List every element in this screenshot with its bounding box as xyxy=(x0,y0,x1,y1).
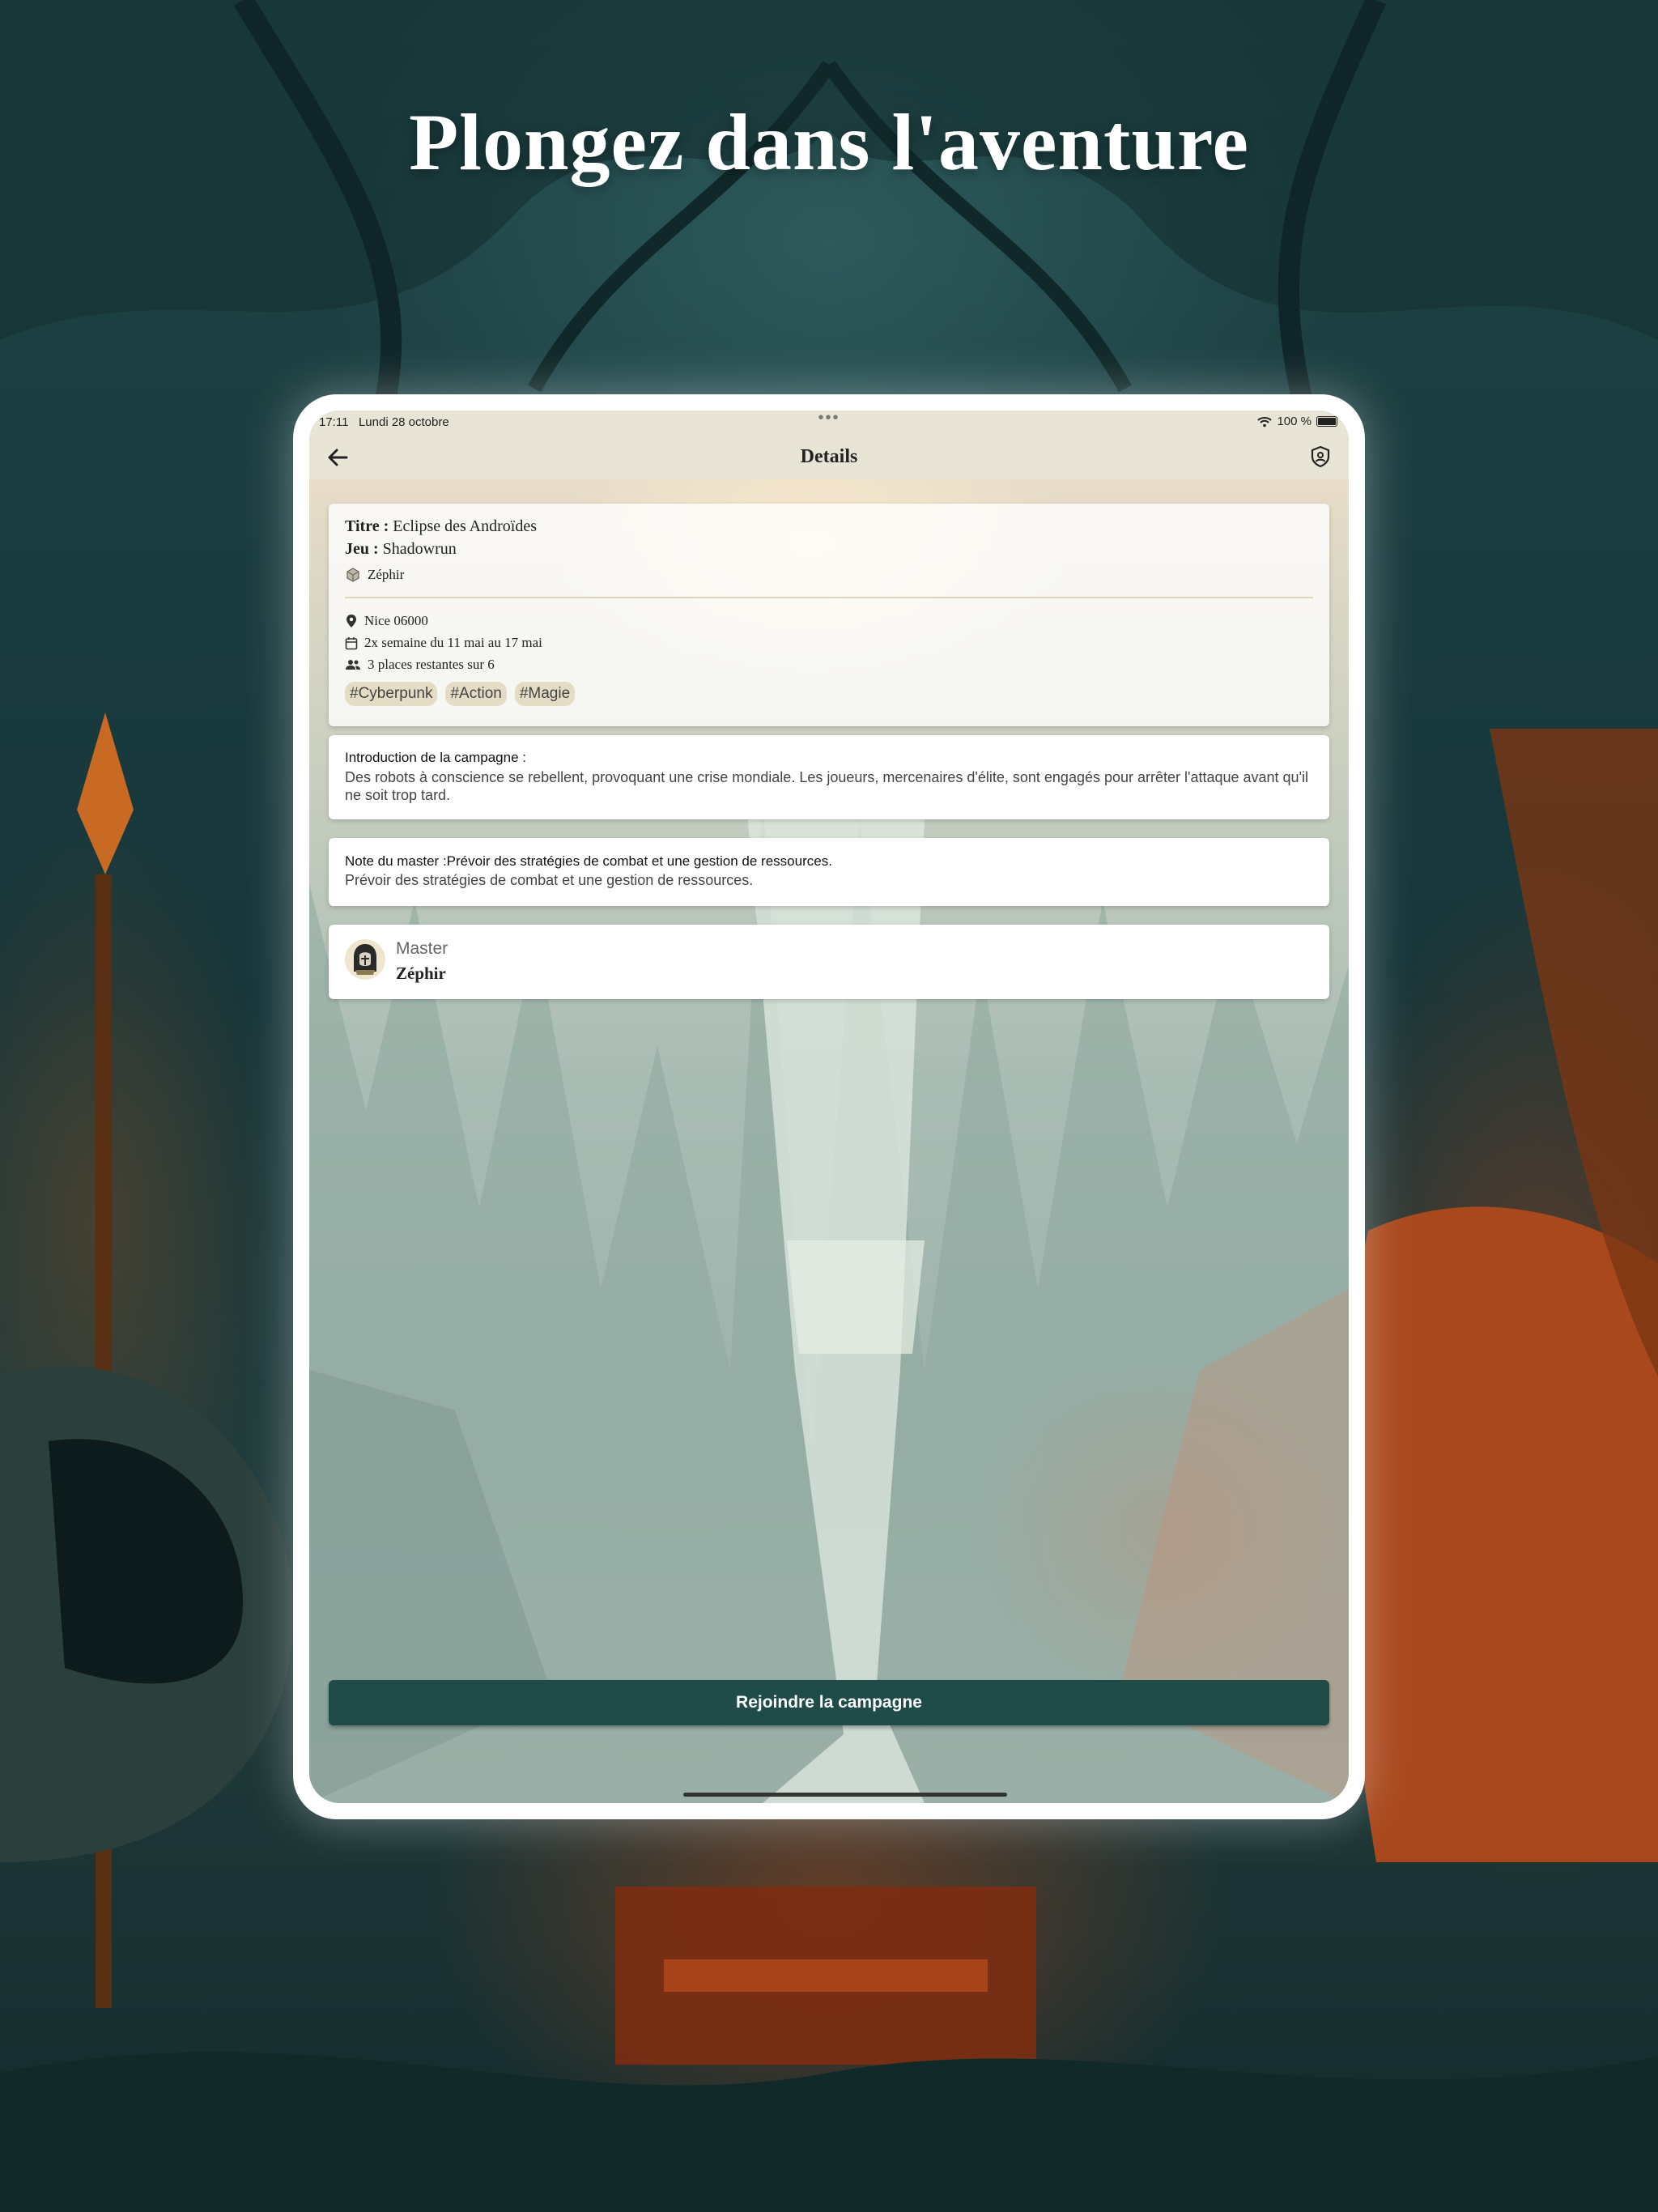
nav-bar: Details xyxy=(309,435,1349,479)
tag-chip[interactable]: #Action xyxy=(445,682,507,706)
page-title: Details xyxy=(800,446,858,467)
tag-chip[interactable]: #Cyberpunk xyxy=(345,682,438,706)
dice-icon xyxy=(346,568,359,582)
campaign-author: Zéphir xyxy=(345,567,404,583)
multitask-dots[interactable]: ••• xyxy=(309,410,1349,428)
tag-chip[interactable]: #Magie xyxy=(514,682,576,706)
master-card[interactable]: Master Zéphir xyxy=(329,925,1329,999)
calendar-icon xyxy=(345,636,358,649)
tag-list: #Cyberpunk #Action #Magie xyxy=(345,682,576,706)
campaign-game: Jeu : Shadowrun xyxy=(345,540,457,558)
people-icon xyxy=(346,660,360,670)
intro-card: Introduction de la campagne : Des robots… xyxy=(329,735,1329,819)
intro-text: Des robots à conscience se rebellent, pr… xyxy=(345,769,1309,803)
master-role-label: Master xyxy=(396,939,449,958)
wifi-icon xyxy=(1257,416,1273,427)
shield-person-icon[interactable] xyxy=(1308,445,1333,469)
app-screen: 17:11 Lundi 28 octobre ••• 100 % Details xyxy=(309,410,1349,1803)
map-pin-icon xyxy=(346,615,356,627)
headline: Plongez dans l'aventure xyxy=(409,97,1249,187)
note-text: Prévoir des stratégies de combat et une … xyxy=(345,872,754,888)
arrow-left-icon[interactable] xyxy=(325,446,350,469)
campaign-title: Titre : Eclipse des Androïdes xyxy=(345,517,537,535)
campaign-location: Nice 06000 xyxy=(345,613,428,629)
master-note-card: Note du master :Prévoir des stratégies d… xyxy=(329,838,1329,906)
status-bar: 17:11 Lundi 28 octobre ••• 100 % xyxy=(309,410,1349,435)
tablet-frame: 17:11 Lundi 28 octobre ••• 100 % Details xyxy=(293,394,1365,1819)
intro-label: Introduction de la campagne : xyxy=(345,750,526,765)
note-label: Note du master :Prévoir des stratégies d… xyxy=(345,853,832,869)
join-campaign-button[interactable]: Rejoindre la campagne xyxy=(329,1680,1329,1725)
home-indicator[interactable] xyxy=(683,1793,1007,1797)
avatar xyxy=(345,939,385,980)
campaign-info-card: Titre : Eclipse des Androïdes Jeu : Shad… xyxy=(329,504,1329,726)
campaign-schedule: 2x semaine du 11 mai au 17 mai xyxy=(345,635,542,651)
info-divider xyxy=(345,597,1313,598)
battery-icon xyxy=(1316,416,1337,427)
campaign-places: 3 places restantes sur 6 xyxy=(345,657,495,673)
master-name: Zéphir xyxy=(396,963,446,983)
battery-percent: 100 % xyxy=(1277,415,1312,428)
